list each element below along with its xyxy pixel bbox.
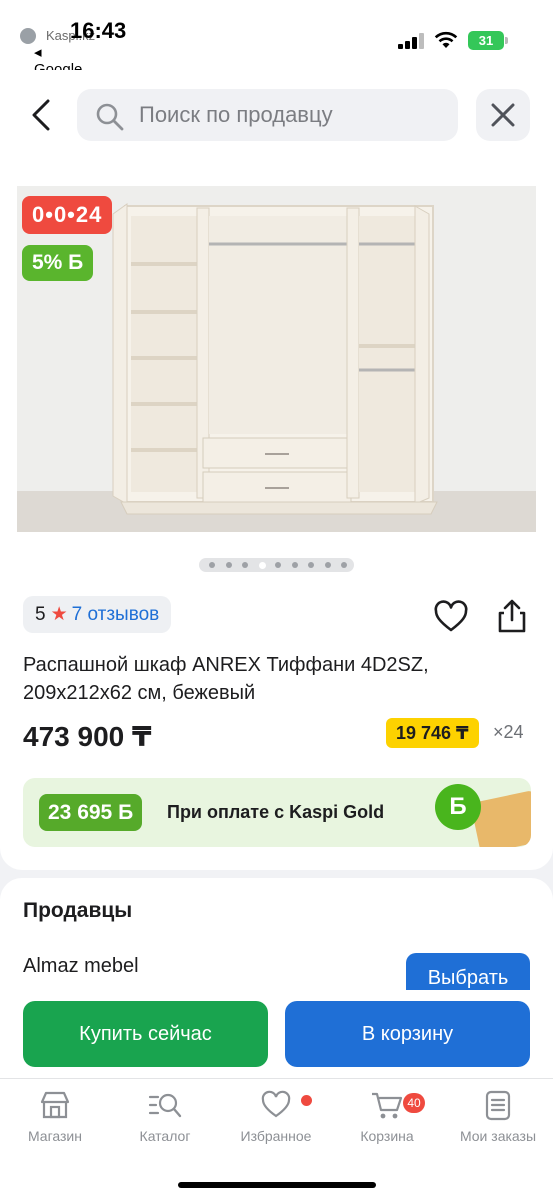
product-photo[interactable]	[17, 186, 536, 532]
bonus-coin-icon: Б	[435, 784, 481, 830]
battery-level: 31	[478, 33, 494, 48]
product-card: 0•0•24 5% Б 5 ★ 7 отзывов Распашной шкаф A…	[0, 170, 553, 870]
gallery-dot[interactable]	[225, 562, 232, 568]
gallery-dot[interactable]	[291, 562, 298, 568]
tab-orders[interactable]: Мои заказы	[443, 1089, 553, 1149]
kaspi-gold-banner[interactable]: 23 695 Б При оплате с Kaspi Gold Б	[23, 778, 531, 847]
notification-dot	[301, 1095, 312, 1106]
add-to-cart-button[interactable]: В корзину	[285, 1001, 530, 1067]
status-bar: Kaspi.kz ◂ Google 16:43 31	[0, 0, 553, 78]
gallery-dot[interactable]	[258, 561, 266, 569]
search-icon	[96, 103, 124, 131]
cart-count-badge: 40	[403, 1093, 425, 1113]
back-arrow-icon[interactable]	[22, 95, 62, 135]
orders-icon	[485, 1090, 511, 1121]
shop-icon	[40, 1091, 70, 1119]
wifi-icon	[434, 31, 458, 48]
gallery-dot[interactable]	[209, 562, 215, 568]
tab-label: Корзина	[360, 1128, 414, 1144]
tab-label: Магазин	[27, 1128, 82, 1144]
gallery-dot[interactable]	[308, 562, 314, 568]
tab-shop[interactable]: Магазин	[0, 1089, 110, 1149]
tab-label: Мои заказы	[459, 1128, 537, 1144]
home-indicator[interactable]	[178, 1182, 376, 1188]
rating-value: 5	[35, 604, 46, 625]
timer-badge: 0•0•24	[22, 196, 113, 234]
tab-label: Каталог	[139, 1128, 191, 1144]
tab-favorites[interactable]: Избранное	[221, 1089, 331, 1149]
purchase-bar: Купить сейчас В корзину	[0, 990, 553, 1080]
kaspi-app-icon	[20, 28, 36, 45]
gold-bonus-amount: 23 695 Б	[39, 794, 143, 831]
cart-icon	[372, 1092, 403, 1119]
catalog-search-icon	[148, 1093, 182, 1118]
sellers-heading: Продавцы	[23, 899, 133, 922]
tab-label: Избранное	[240, 1128, 312, 1144]
gallery-dot[interactable]	[341, 562, 347, 568]
share-icon[interactable]	[494, 598, 530, 634]
tab-catalog[interactable]: Каталог	[110, 1089, 220, 1149]
search-input[interactable]	[139, 89, 439, 141]
heart-icon	[261, 1090, 291, 1118]
heart-icon[interactable]	[433, 599, 469, 635]
search-header	[0, 70, 553, 170]
rating-chip[interactable]: 5 ★ 7 отзывов	[23, 596, 172, 633]
seller-name[interactable]: Almaz mebel	[23, 955, 139, 978]
close-icon[interactable]	[476, 89, 530, 141]
buy-now-button[interactable]: Купить сейчас	[23, 1001, 268, 1067]
gallery-dot[interactable]	[275, 562, 281, 568]
gallery-pagination[interactable]	[199, 558, 354, 572]
star-icon: ★	[50, 604, 68, 625]
reviews-link[interactable]: 7 отзывов	[72, 604, 160, 625]
installment-months: ×24	[493, 722, 524, 742]
product-title: Распашной шкаф ANREX Тиффани 4D2SZ, 209x…	[23, 654, 429, 704]
gallery-dot[interactable]	[242, 562, 248, 568]
battery-indicator: 31	[468, 31, 508, 50]
gold-banner-label: При оплате с Kaspi Gold	[167, 802, 385, 822]
seller-search-field[interactable]	[77, 89, 458, 141]
bonus-badge: 5% Б	[22, 245, 94, 281]
product-price: 473 900 ₸	[23, 721, 152, 752]
gallery-dot[interactable]	[324, 562, 331, 568]
tab-cart[interactable]: 40 Корзина	[332, 1089, 442, 1149]
cellular-signal-icon	[398, 33, 424, 49]
status-time: 16:43	[70, 18, 127, 43]
installment-price[interactable]: 19 746 ₸	[386, 718, 479, 748]
back-to-app-link[interactable]: Kaspi.kz ◂ Google	[20, 27, 95, 78]
